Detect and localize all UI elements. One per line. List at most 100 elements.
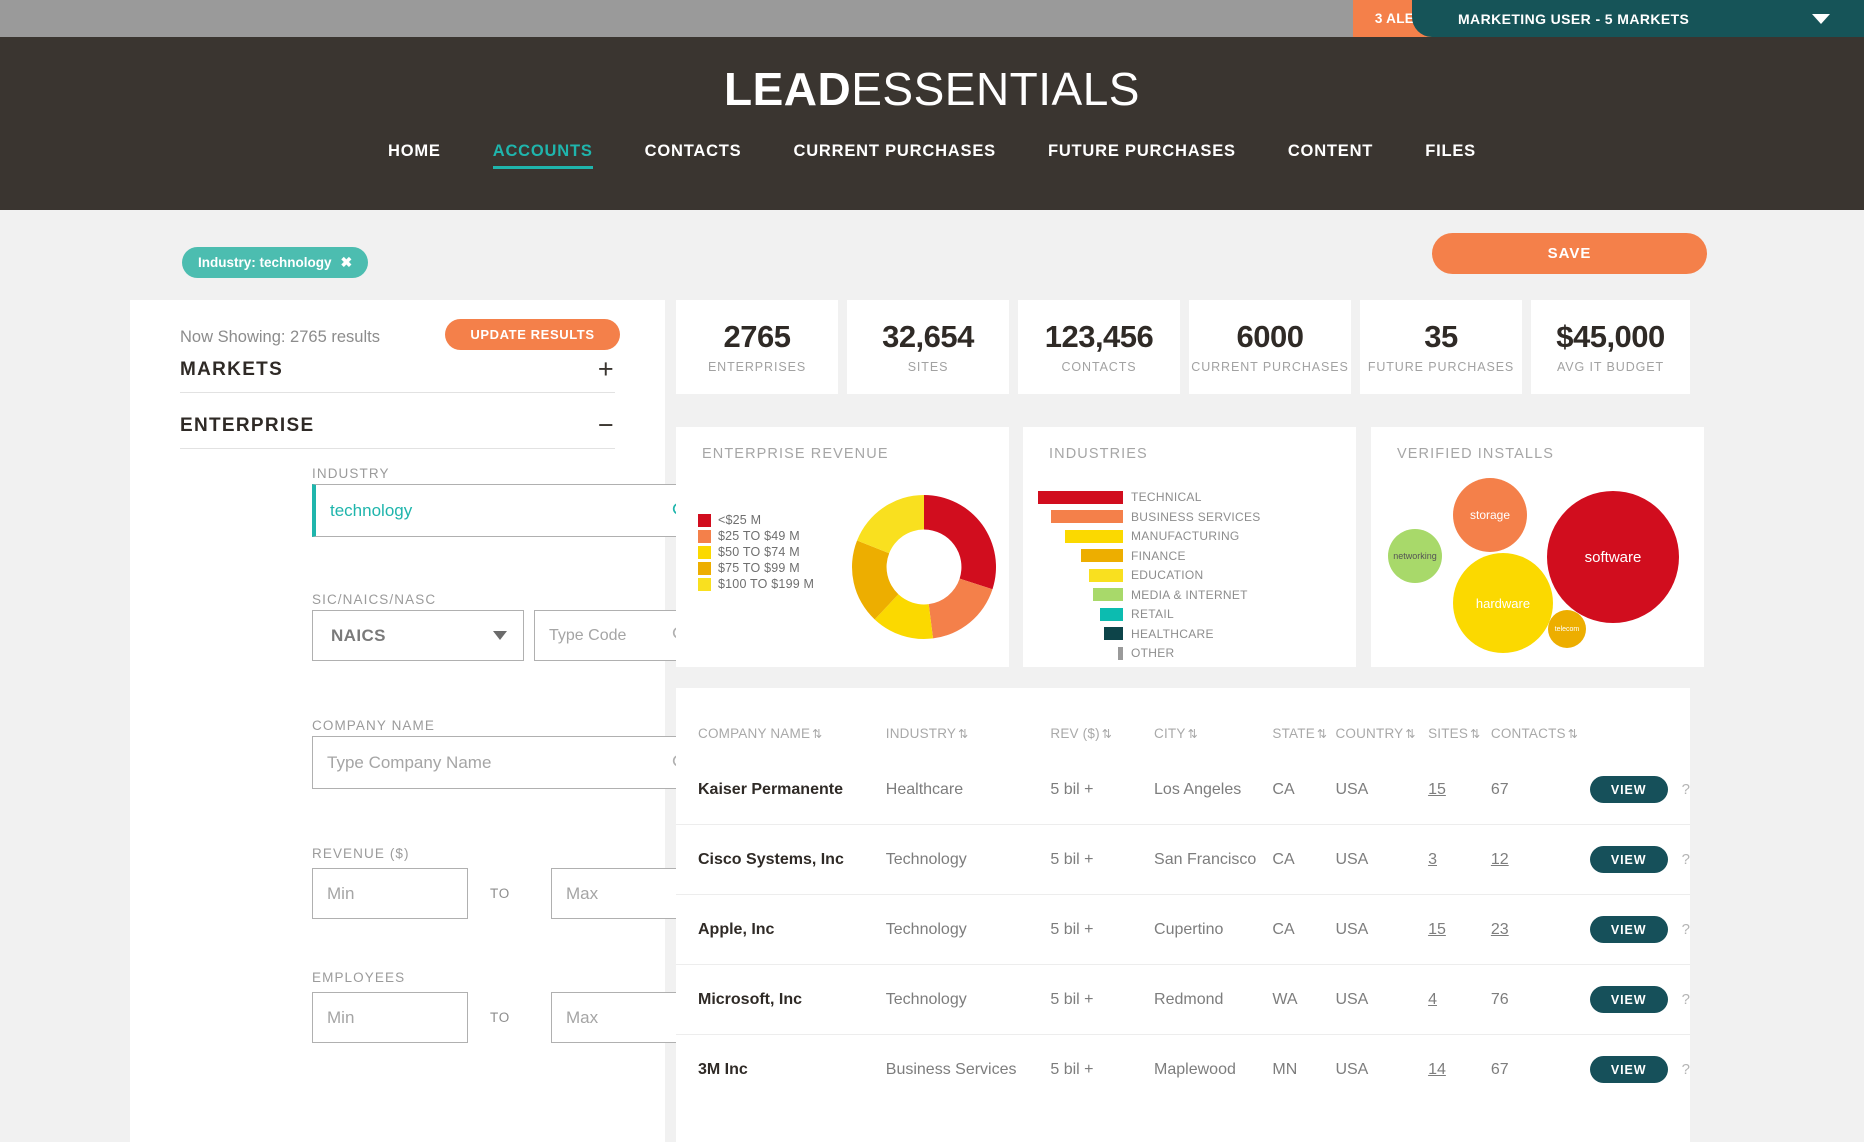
sidebar-section-markets[interactable]: MARKETS +: [180, 356, 615, 383]
legend-label: $100 TO $199 M: [718, 577, 815, 591]
legend-swatch: [698, 561, 711, 575]
column-label: COMPANY NAME: [698, 726, 811, 741]
column-header-state[interactable]: STATE ⇅: [1272, 688, 1335, 755]
main-nav: HOME ACCOUNTS CONTACTS CURRENT PURCHASES…: [0, 142, 1864, 169]
enterprise-revenue-donut: [852, 495, 996, 639]
view-button[interactable]: VIEW: [1589, 916, 1668, 943]
naics-select[interactable]: NAICS: [312, 610, 524, 661]
column-header-sites[interactable]: SITES ⇅: [1428, 688, 1491, 755]
minus-icon[interactable]: −: [598, 412, 615, 439]
help-icon[interactable]: ?: [1682, 991, 1690, 1008]
cell-industry: Healthcare: [885, 780, 964, 798]
close-icon[interactable]: ✖: [341, 254, 353, 271]
naics-select-value: NAICS: [331, 625, 386, 645]
revenue-min-input[interactable]: [312, 868, 468, 919]
revenue-to-label: TO: [490, 886, 511, 901]
help-icon[interactable]: ?: [1682, 921, 1690, 938]
cell-sites[interactable]: 3: [1428, 824, 1491, 895]
cell-sites[interactable]: 4: [1428, 964, 1491, 1035]
column-header-city[interactable]: CITY ⇅: [1154, 688, 1272, 755]
bubble-networking[interactable]: networking: [1388, 529, 1442, 583]
bubble-hardware[interactable]: hardware: [1453, 553, 1553, 653]
column-header-rev[interactable]: REV ($) ⇅: [1050, 688, 1154, 755]
stat-label: ENTERPRISES: [707, 359, 807, 374]
stat-value: 2765: [723, 318, 791, 354]
cell-contacts[interactable]: 67: [1490, 1034, 1590, 1104]
cell-industry: Technology: [885, 824, 1051, 895]
stat-label: CURRENT PURCHASES: [1191, 359, 1349, 374]
cell-country: USA: [1335, 1034, 1429, 1104]
cell-industry: Technology: [885, 894, 1051, 965]
cell-city: Redmond: [1154, 964, 1273, 1035]
enterprise-revenue-title: ENTERPRISE REVENUE: [702, 446, 889, 462]
legend-label: <$25 M: [718, 513, 762, 527]
cell-contacts[interactable]: 12: [1490, 824, 1590, 895]
industry-input[interactable]: [312, 484, 707, 537]
active-filter-chip[interactable]: Industry: technology ✖: [182, 247, 369, 278]
view-button[interactable]: VIEW: [1589, 776, 1668, 803]
help-icon[interactable]: ?: [1682, 851, 1690, 868]
sidebar-section-enterprise[interactable]: ENTERPRISE −: [180, 412, 615, 439]
sort-icon: ⇅: [1316, 727, 1327, 741]
results-count: Now Showing: 2765 results: [180, 328, 380, 346]
results-table-head: COMPANY NAME ⇅ INDUSTRY ⇅ REV ($) ⇅ CITY ⇅ S…: [676, 688, 1690, 755]
cell-contacts[interactable]: 67: [1491, 755, 1590, 825]
stat-card-current-purchases: 6000 CURRENT PURCHASES: [1189, 300, 1351, 394]
cell-contacts[interactable]: 76: [1490, 964, 1590, 1035]
nav-item-accounts[interactable]: ACCOUNTS: [467, 142, 619, 169]
bubble-telecom[interactable]: telecom: [1548, 610, 1586, 648]
sort-icon: ⇅: [812, 727, 822, 741]
save-button[interactable]: SAVE: [1432, 233, 1707, 274]
nav-item-current-purchases[interactable]: CURRENT PURCHASES: [767, 142, 1021, 169]
view-button[interactable]: VIEW: [1589, 986, 1668, 1013]
bar-label: HEALTHCARE: [1131, 626, 1214, 641]
bar-track: [1038, 646, 1123, 660]
column-label: COUNTRY: [1335, 726, 1404, 741]
nav-item-content[interactable]: CONTENT: [1262, 142, 1399, 169]
user-menu[interactable]: MARKETING USER - 5 MARKETS: [1412, 0, 1864, 37]
cell-company-name: Apple, Inc: [676, 894, 886, 965]
update-results-button[interactable]: UPDATE RESULTS: [445, 319, 620, 350]
bar: [1050, 510, 1123, 523]
cell-sites[interactable]: 15: [1428, 755, 1491, 825]
nav-item-contacts[interactable]: CONTACTS: [619, 142, 768, 169]
nav-item-files[interactable]: FILES: [1399, 142, 1502, 169]
donut-slice: [928, 578, 993, 639]
column-header-country[interactable]: COUNTRY ⇅: [1335, 688, 1428, 755]
bar-row: BUSINESS SERVICES: [1038, 509, 1261, 525]
help-icon[interactable]: ?: [1682, 781, 1690, 798]
column-label: CITY: [1154, 726, 1186, 741]
cell-sites[interactable]: 15: [1428, 894, 1491, 965]
cell-revenue: 5 bil +: [1050, 824, 1155, 895]
bar-track: [1038, 568, 1123, 582]
results-table-body: Kaiser Permanente Healthcare 5 bil + Los An…: [676, 755, 1690, 1104]
sort-icon: ⇅: [1187, 727, 1198, 741]
bubble-software[interactable]: software: [1547, 491, 1679, 623]
column-header-company-name[interactable]: COMPANY NAME ⇅: [676, 688, 886, 755]
cell-revenue: 5 bil +: [1050, 1034, 1155, 1104]
view-button[interactable]: VIEW: [1589, 846, 1668, 873]
nav-item-home[interactable]: HOME: [362, 142, 467, 169]
cell-actions: VIEW?: [1589, 964, 1690, 1035]
cell-sites[interactable]: 14: [1428, 1034, 1491, 1104]
column-header-contacts[interactable]: CONTACTS ⇅: [1491, 688, 1590, 755]
filter-sidebar: Now Showing: 2765 results UPDATE RESULTS…: [130, 300, 707, 1142]
plus-icon[interactable]: +: [598, 356, 615, 383]
column-header-industry[interactable]: INDUSTRY ⇅: [886, 688, 1051, 755]
view-button[interactable]: VIEW: [1589, 1056, 1668, 1083]
bar-track: [1038, 529, 1123, 543]
bar-row: EDUCATION: [1038, 567, 1261, 583]
industries-bar-chart: TECHNICAL BUSINESS SERVICES MANUFACTURING F…: [1038, 489, 1261, 665]
nav-item-future-purchases[interactable]: FUTURE PURCHASES: [1022, 142, 1262, 169]
column-label: INDUSTRY: [885, 726, 957, 741]
help-icon[interactable]: ?: [1682, 1061, 1690, 1078]
bubble-storage[interactable]: storage: [1453, 478, 1527, 552]
cell-contacts[interactable]: 23: [1490, 894, 1590, 965]
bar-label: OTHER: [1131, 646, 1175, 660]
sort-icon: ⇅: [958, 727, 968, 741]
company-name-input[interactable]: [312, 736, 707, 789]
cell-actions: VIEW?: [1589, 824, 1690, 895]
brand-logo[interactable]: LEADESSENTIALS: [0, 62, 1864, 116]
employees-min-input[interactable]: [312, 992, 468, 1043]
cell-revenue: 5 bil +: [1050, 894, 1155, 965]
